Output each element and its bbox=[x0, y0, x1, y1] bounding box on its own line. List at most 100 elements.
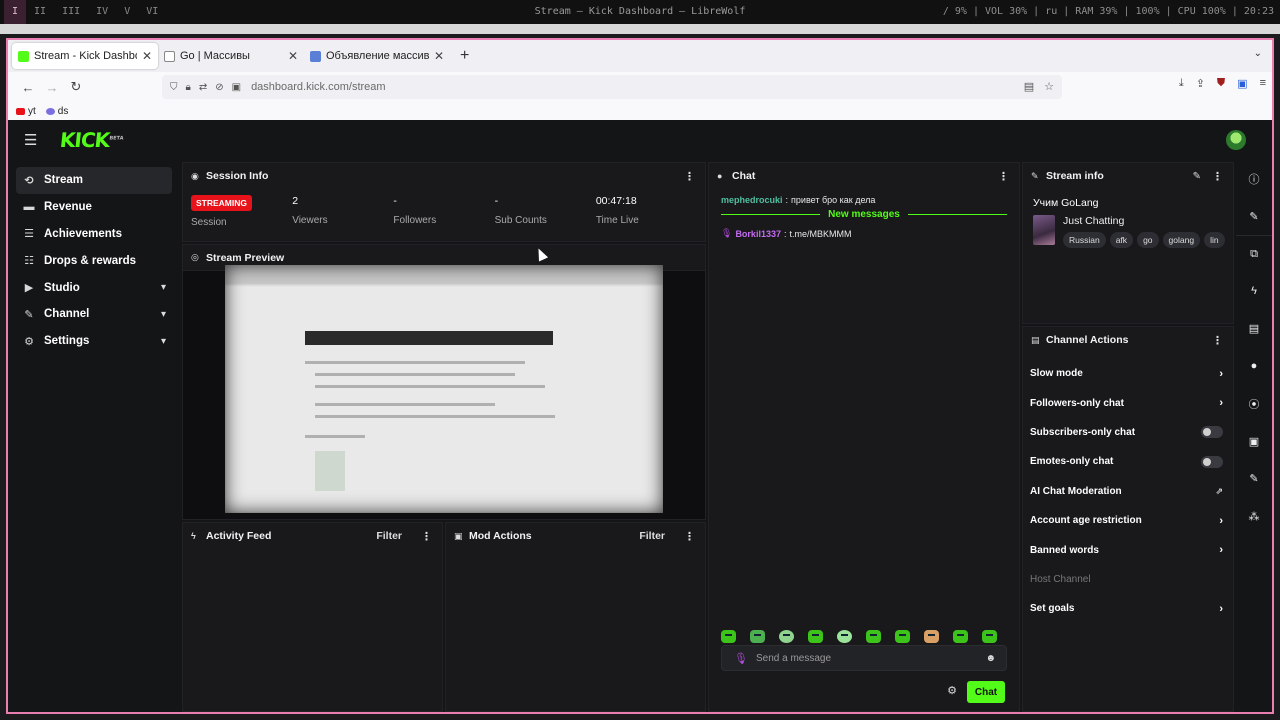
filter-button[interactable]: Filter bbox=[639, 530, 665, 542]
hamburger-menu-icon[interactable]: ☰ bbox=[24, 131, 48, 149]
lightning-icon[interactable]: ϟ bbox=[1236, 273, 1272, 311]
filter-button[interactable]: Filter bbox=[376, 530, 402, 542]
video-icon[interactable]: ▣ bbox=[1236, 423, 1272, 461]
action-emotes-only[interactable]: Emotes-only chat bbox=[1023, 447, 1233, 476]
forward-icon[interactable]: → bbox=[40, 80, 64, 95]
action-account-age[interactable]: Account age restriction › bbox=[1023, 506, 1233, 535]
edit-icon[interactable]: ✎ bbox=[1236, 198, 1272, 236]
kick-logo[interactable]: KICKBETA bbox=[59, 128, 125, 152]
bookmark-yt[interactable]: yt bbox=[16, 106, 36, 117]
info-icon[interactable]: ⓘ bbox=[1236, 160, 1272, 198]
chevron-down-icon[interactable]: ▾ bbox=[161, 282, 166, 293]
action-followers-only[interactable]: Followers-only chat › bbox=[1023, 388, 1233, 417]
tracking-icon[interactable]: ⊘ bbox=[215, 82, 223, 93]
menu-icon[interactable]: ≡ bbox=[1260, 77, 1266, 90]
tag[interactable]: golang bbox=[1162, 232, 1201, 248]
sidebar-item-drops[interactable]: ☷ Drops & rewards bbox=[16, 247, 172, 274]
sidebar-item-stream[interactable]: ⟲ Stream bbox=[16, 167, 172, 194]
chevron-right-icon[interactable]: › bbox=[1219, 544, 1223, 556]
chat-bubble-icon[interactable]: ● bbox=[1236, 348, 1272, 386]
chevron-right-icon[interactable]: › bbox=[1219, 603, 1223, 615]
sidebar-item-channel[interactable]: ✎ Channel ▾ bbox=[16, 301, 172, 328]
send-chat-button[interactable]: Chat bbox=[967, 681, 1005, 703]
chat-username[interactable]: Borkil1337 bbox=[735, 229, 781, 239]
chevron-right-icon[interactable]: › bbox=[1219, 397, 1223, 409]
workspace-5[interactable]: V bbox=[116, 0, 138, 24]
new-tab-icon[interactable]: + bbox=[460, 47, 469, 65]
sidebar-item-settings[interactable]: ⚙ Settings ▾ bbox=[16, 328, 172, 355]
chevron-right-icon[interactable]: › bbox=[1219, 368, 1223, 380]
chevron-down-icon[interactable]: ▾ bbox=[161, 336, 166, 347]
sidebar-item-achievements[interactable]: ☰ Achievements bbox=[16, 221, 172, 248]
screen-capture-icon[interactable]: ⧉ bbox=[1236, 235, 1272, 273]
permissions-icon[interactable]: ⇄ bbox=[199, 82, 207, 93]
chat-input[interactable]: 🎙︎ Send a message ☻ bbox=[721, 645, 1007, 671]
emote-icon[interactable] bbox=[779, 630, 794, 643]
external-link-icon[interactable]: ⇗ bbox=[1215, 486, 1223, 497]
reload-icon[interactable]: ↻ bbox=[64, 79, 88, 95]
reader-view-icon[interactable]: ▤ bbox=[1024, 80, 1034, 93]
emote-icon[interactable] bbox=[953, 630, 968, 643]
tab-array-declaration[interactable]: Объявление массива с ✕ bbox=[304, 43, 450, 69]
document-icon[interactable]: ▤ bbox=[1236, 310, 1272, 348]
extension-icon[interactable]: ▣ bbox=[1237, 77, 1247, 90]
sidebar-item-studio[interactable]: ▶ Studio ▾ bbox=[16, 274, 172, 301]
apps-icon[interactable]: ⁂ bbox=[1236, 498, 1272, 536]
chevron-right-icon[interactable]: › bbox=[1219, 515, 1223, 527]
emote-icon[interactable] bbox=[721, 630, 736, 643]
more-options-icon[interactable]: ⋮ bbox=[684, 530, 695, 543]
category-name[interactable]: Just Chatting bbox=[1063, 215, 1248, 227]
url-text[interactable]: dashboard.kick.com/stream bbox=[251, 81, 386, 93]
workspace-2[interactable]: II bbox=[26, 0, 54, 24]
emote-icon[interactable] bbox=[982, 630, 997, 643]
more-options-icon[interactable]: ⋮ bbox=[684, 170, 695, 183]
tag[interactable]: afk bbox=[1109, 232, 1134, 248]
more-options-icon[interactable]: ⋮ bbox=[998, 170, 1009, 183]
tab-kick-dashboard[interactable]: Stream - Kick Dashboar ✕ bbox=[12, 43, 158, 69]
action-banned-words[interactable]: Banned words › bbox=[1023, 535, 1233, 564]
emote-icon[interactable] bbox=[895, 630, 910, 643]
workspace-4[interactable]: IV bbox=[88, 0, 116, 24]
tag[interactable]: go bbox=[1137, 232, 1159, 248]
emotes-only-toggle[interactable] bbox=[1201, 455, 1223, 468]
sidebar-item-revenue[interactable]: ▬ Revenue bbox=[16, 194, 172, 221]
action-set-goals[interactable]: Set goals › bbox=[1023, 594, 1233, 623]
emote-icon[interactable] bbox=[837, 630, 852, 643]
workspace-6[interactable]: VI bbox=[138, 0, 166, 24]
emote-icon[interactable] bbox=[808, 630, 823, 643]
download-icon[interactable]: ⤓ bbox=[1179, 77, 1184, 90]
workspace-3[interactable]: III bbox=[54, 0, 88, 24]
tag[interactable]: lin bbox=[1204, 232, 1225, 248]
broadcast-icon[interactable]: ⦿ bbox=[1236, 385, 1272, 423]
tab-go-arrays[interactable]: Go | Массивы ✕ bbox=[158, 43, 304, 69]
subscribers-only-toggle[interactable] bbox=[1201, 426, 1223, 439]
share-icon[interactable]: ⇪ bbox=[1196, 77, 1205, 90]
action-ai-moderation[interactable]: AI Chat Moderation ⇗ bbox=[1023, 477, 1233, 506]
emote-icon[interactable] bbox=[924, 630, 939, 643]
edit-icon[interactable]: ✎ bbox=[1193, 171, 1201, 182]
chat-input-placeholder[interactable]: Send a message bbox=[756, 653, 831, 664]
wrench-icon[interactable]: ✎ bbox=[1236, 460, 1272, 498]
close-icon[interactable]: ✕ bbox=[288, 49, 298, 63]
more-options-icon[interactable]: ⋮ bbox=[1212, 170, 1223, 183]
more-options-icon[interactable]: ⋮ bbox=[1212, 334, 1223, 347]
back-icon[interactable]: ← bbox=[16, 80, 40, 95]
category-thumbnail[interactable] bbox=[1033, 215, 1055, 245]
action-subscribers-only[interactable]: Subscribers-only chat bbox=[1023, 418, 1233, 447]
chevron-down-icon[interactable]: ▾ bbox=[161, 309, 166, 320]
bookmark-star-icon[interactable]: ☆ bbox=[1044, 80, 1054, 93]
emoji-icon[interactable]: ☻ bbox=[985, 653, 996, 664]
tag[interactable]: Russian bbox=[1063, 232, 1106, 248]
tab-list-chevron-icon[interactable]: ⌄ bbox=[1254, 48, 1262, 59]
gear-icon[interactable]: ⚙ bbox=[947, 684, 957, 697]
stream-preview-video[interactable] bbox=[225, 265, 663, 513]
more-options-icon[interactable]: ⋮ bbox=[421, 530, 432, 543]
chat-username[interactable]: mephedrocuki bbox=[721, 195, 783, 205]
close-icon[interactable]: ✕ bbox=[142, 49, 152, 63]
address-bar[interactable]: ⛉ 🔒︎ ⇄ ⊘ ▣ dashboard.kick.com/stream ▤ ☆ bbox=[162, 75, 1062, 99]
mic-icon[interactable]: 🎙︎ bbox=[734, 652, 748, 665]
ublock-icon[interactable]: ⛊ bbox=[1217, 77, 1225, 90]
action-slow-mode[interactable]: Slow mode › bbox=[1023, 359, 1233, 388]
close-icon[interactable]: ✕ bbox=[434, 49, 444, 63]
bookmark-ds[interactable]: ds bbox=[45, 106, 68, 117]
